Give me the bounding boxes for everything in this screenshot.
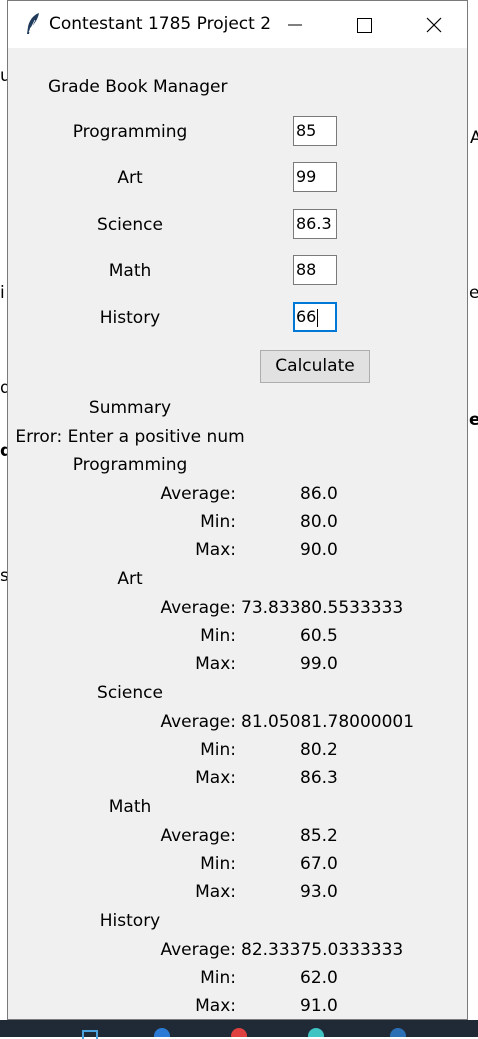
taskbar-app-icon[interactable] bbox=[231, 1028, 247, 1037]
math-grade-input[interactable]: 88 bbox=[293, 255, 337, 285]
min-value: 80.2 bbox=[300, 740, 338, 760]
average-value: 82.33375.0333333 bbox=[241, 940, 404, 960]
average-label: Average: bbox=[160, 598, 236, 618]
min-value: 67.0 bbox=[300, 854, 338, 874]
calculate-button[interactable]: Calculate bbox=[260, 350, 370, 383]
window-title: Contestant 1785 Project 2 bbox=[49, 14, 272, 34]
art-label: Art bbox=[117, 168, 143, 188]
taskbar-app-icon[interactable] bbox=[82, 1030, 98, 1039]
history-grade-value: 66 bbox=[296, 307, 317, 326]
summary-section-title: Programming bbox=[72, 455, 188, 475]
summary-section-title: Art bbox=[117, 569, 143, 589]
science-label: Science bbox=[97, 215, 163, 235]
history-label: History bbox=[99, 308, 161, 328]
history-grade-input[interactable]: 66 bbox=[293, 302, 337, 332]
minimize-icon[interactable] bbox=[280, 11, 310, 39]
max-value: 99.0 bbox=[300, 654, 338, 674]
taskbar-app-icon[interactable] bbox=[154, 1028, 170, 1037]
error-message: Error: Enter a positive num bbox=[15, 427, 245, 447]
background-text: i bbox=[0, 283, 5, 303]
summary-section-title: Math bbox=[108, 797, 152, 817]
average-label: Average: bbox=[160, 940, 236, 960]
average-value: 85.2 bbox=[300, 826, 338, 846]
min-label: Min: bbox=[200, 626, 236, 646]
summary-title: Summary bbox=[88, 398, 172, 418]
app-window: Contestant 1785 Project 2 Grade Book Man… bbox=[7, 0, 468, 1020]
max-label: Max: bbox=[195, 540, 236, 560]
title-bar[interactable]: Contestant 1785 Project 2 bbox=[8, 1, 467, 48]
max-label: Max: bbox=[195, 654, 236, 674]
average-label: Average: bbox=[160, 712, 236, 732]
average-value: 73.83380.5533333 bbox=[241, 598, 404, 618]
average-value: 81.05081.78000001 bbox=[241, 712, 415, 732]
math-label: Math bbox=[108, 261, 152, 281]
max-label: Max: bbox=[195, 768, 236, 788]
max-value: 93.0 bbox=[300, 882, 338, 902]
taskbar-app-icon[interactable] bbox=[390, 1028, 406, 1037]
text-caret bbox=[317, 308, 319, 327]
max-value: 86.3 bbox=[300, 768, 338, 788]
max-label: Max: bbox=[195, 996, 236, 1016]
art-grade-input[interactable]: 99 bbox=[293, 162, 337, 192]
min-label: Min: bbox=[200, 968, 236, 988]
max-label: Max: bbox=[195, 882, 236, 902]
app-header: Grade Book Manager bbox=[48, 77, 228, 97]
background-text: A bbox=[470, 128, 478, 148]
maximize-icon[interactable] bbox=[349, 11, 379, 39]
min-label: Min: bbox=[200, 512, 236, 532]
average-value: 86.0 bbox=[300, 484, 338, 504]
max-value: 91.0 bbox=[300, 996, 338, 1016]
min-label: Min: bbox=[200, 854, 236, 874]
feather-icon bbox=[23, 12, 43, 36]
min-value: 62.0 bbox=[300, 968, 338, 988]
summary-section-title: History bbox=[99, 911, 161, 931]
max-value: 90.0 bbox=[300, 540, 338, 560]
min-label: Min: bbox=[200, 740, 236, 760]
average-label: Average: bbox=[160, 484, 236, 504]
taskbar-app-icon[interactable] bbox=[308, 1028, 324, 1037]
min-value: 80.0 bbox=[300, 512, 338, 532]
summary-section-title: Science bbox=[97, 683, 163, 703]
close-icon[interactable] bbox=[419, 11, 449, 39]
programming-grade-input[interactable]: 85 bbox=[293, 116, 337, 146]
min-value: 60.5 bbox=[300, 626, 338, 646]
programming-label: Programming bbox=[72, 122, 188, 142]
science-grade-input[interactable]: 86.3 bbox=[293, 209, 337, 239]
average-label: Average: bbox=[160, 826, 236, 846]
background-text: e bbox=[469, 410, 478, 430]
background-text: e bbox=[469, 283, 478, 303]
